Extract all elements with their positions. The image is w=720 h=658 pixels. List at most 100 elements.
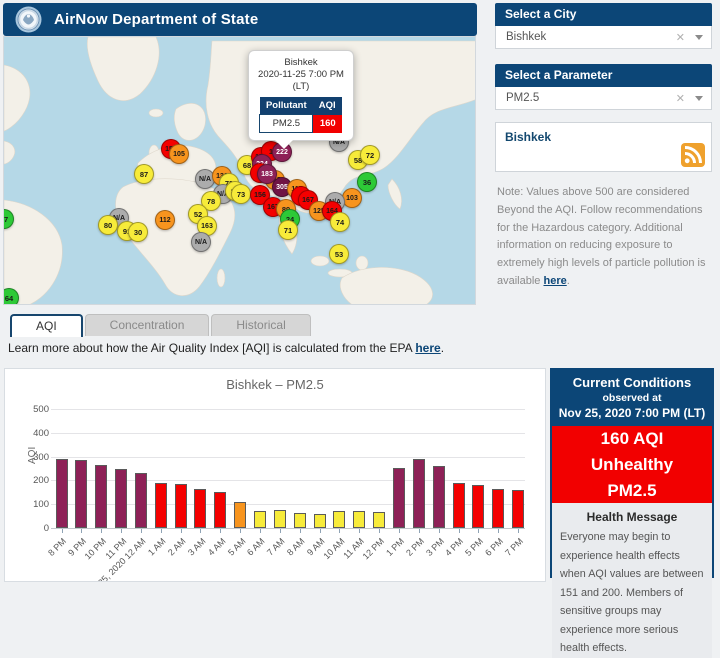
map-marker-64[interactable]: 64 bbox=[3, 288, 19, 305]
app-header: AirNow Department of State bbox=[3, 3, 477, 36]
tab-historical[interactable]: Historical bbox=[211, 314, 310, 336]
world-aqi-map[interactable]: 476415610587N/A809130112N/A13073N/A88737… bbox=[3, 36, 476, 305]
chart-bar-10-pm[interactable] bbox=[95, 465, 107, 528]
map-marker-103[interactable]: 103 bbox=[342, 188, 362, 208]
health-message-title: Health Message bbox=[552, 510, 712, 524]
map-marker-105[interactable]: 105 bbox=[169, 144, 189, 164]
rss-feed-icon[interactable] bbox=[681, 143, 705, 167]
x-axis-label: 8 AM bbox=[285, 536, 307, 558]
x-axis-label: 2 PM bbox=[404, 536, 426, 558]
chart-bar-8-pm[interactable] bbox=[56, 459, 68, 528]
chart-bar-10-am[interactable] bbox=[333, 511, 345, 528]
city-select-header: Select a City bbox=[495, 3, 712, 26]
chart-bar-8-am[interactable] bbox=[294, 513, 306, 528]
x-axis-tick bbox=[141, 529, 142, 533]
x-axis-tick bbox=[320, 529, 321, 533]
x-axis-tick bbox=[518, 529, 519, 533]
popup-col-pollutant: Pollutant bbox=[260, 97, 313, 115]
aqi-value: 160 AQI bbox=[552, 426, 712, 451]
chart-bar-9-pm[interactable] bbox=[75, 460, 87, 528]
map-marker-80[interactable]: 80 bbox=[98, 215, 118, 235]
popup-pollutant-value: PM2.5 bbox=[260, 115, 313, 133]
chart-bar-9-am[interactable] bbox=[314, 514, 326, 528]
map-marker-112[interactable]: 112 bbox=[155, 210, 175, 230]
chart-bar-2-pm[interactable] bbox=[413, 459, 425, 528]
chart-bar-11-pm[interactable] bbox=[115, 469, 127, 528]
map-marker-30[interactable]: 30 bbox=[128, 222, 148, 242]
chart-bar-3-pm[interactable] bbox=[433, 466, 445, 528]
x-axis-label: 7 PM bbox=[503, 536, 525, 558]
chart-bar-nov-25-2020-12-am[interactable] bbox=[135, 473, 147, 528]
chart-bar-7-am[interactable] bbox=[274, 510, 286, 528]
x-axis-label: 10 PM bbox=[83, 536, 108, 561]
health-message-block: Health Message Everyone may begin to exp… bbox=[552, 503, 712, 658]
city-select-input[interactable]: Bishkek ✕ bbox=[495, 26, 712, 49]
chart-bar-6-am[interactable] bbox=[254, 511, 266, 528]
chevron-down-icon[interactable] bbox=[695, 96, 703, 101]
observed-at-label: observed at bbox=[554, 392, 710, 404]
learn-more-here-link[interactable]: here bbox=[415, 341, 440, 355]
x-axis-label: 6 AM bbox=[245, 536, 267, 558]
x-axis-line bbox=[51, 528, 525, 529]
x-axis-label: 3 PM bbox=[424, 536, 446, 558]
chart-bar-12-pm[interactable] bbox=[373, 512, 385, 528]
tab-concentration[interactable]: Concentration bbox=[85, 314, 210, 336]
popup-timezone: (LT) bbox=[253, 81, 349, 93]
x-axis-label: 4 AM bbox=[206, 536, 228, 558]
x-axis-tick bbox=[101, 529, 102, 533]
clear-city-icon[interactable]: ✕ bbox=[676, 31, 685, 44]
learn-more-period: . bbox=[441, 341, 444, 355]
x-axis-tick bbox=[181, 529, 182, 533]
x-axis-label: 1 AM bbox=[146, 536, 168, 558]
chevron-down-icon[interactable] bbox=[695, 35, 703, 40]
clear-parameter-icon[interactable]: ✕ bbox=[676, 92, 685, 105]
map-marker-73[interactable]: 73 bbox=[231, 184, 251, 204]
x-axis-label: 5 PM bbox=[463, 536, 485, 558]
learn-more-text: Learn more about how the Air Quality Ind… bbox=[8, 341, 444, 355]
x-axis-tick bbox=[81, 529, 82, 533]
chart-bar-3-am[interactable] bbox=[194, 489, 206, 528]
note-text: Note: Values above 500 are considered Be… bbox=[497, 186, 706, 287]
city-feed-box: Bishkek bbox=[495, 122, 712, 172]
chart-bar-5-pm[interactable] bbox=[472, 485, 484, 528]
x-axis-label: 8 PM bbox=[47, 536, 69, 558]
x-axis-tick bbox=[498, 529, 499, 533]
map-marker-87[interactable]: 87 bbox=[134, 164, 154, 184]
chart-bar-6-pm[interactable] bbox=[492, 489, 504, 528]
chart-bar-1-am[interactable] bbox=[155, 483, 167, 528]
x-axis-tick bbox=[339, 529, 340, 533]
current-conditions-panel: Current Conditions observed at Nov 25, 2… bbox=[550, 368, 714, 578]
y-axis-tick-label: 100 bbox=[21, 499, 49, 510]
parameter-select-input[interactable]: PM2.5 ✕ bbox=[495, 87, 712, 110]
chart-bar-4-pm[interactable] bbox=[453, 483, 465, 528]
city-select-value: Bishkek bbox=[506, 31, 676, 43]
chart-gridline bbox=[51, 409, 525, 410]
current-conditions-header: Current Conditions observed at Nov 25, 2… bbox=[552, 370, 712, 426]
map-marker-72[interactable]: 72 bbox=[360, 145, 380, 165]
chart-bar-1-pm[interactable] bbox=[393, 468, 405, 528]
map-marker-53[interactable]: 53 bbox=[329, 244, 349, 264]
x-axis-tick bbox=[478, 529, 479, 533]
x-axis-tick bbox=[439, 529, 440, 533]
map-marker-na[interactable]: N/A bbox=[191, 232, 211, 252]
chart-gridline bbox=[51, 433, 525, 434]
map-marker-36[interactable]: 36 bbox=[357, 172, 377, 192]
parameter-select-widget: Select a Parameter PM2.5 ✕ bbox=[495, 64, 712, 110]
chart-bar-2-am[interactable] bbox=[175, 484, 187, 528]
tab-aqi[interactable]: AQI bbox=[10, 314, 83, 337]
chart-bar-4-am[interactable] bbox=[214, 492, 226, 528]
map-marker-71[interactable]: 71 bbox=[278, 220, 298, 240]
chart-bar-11-am[interactable] bbox=[353, 511, 365, 528]
aqi-chart-card: Bishkek – PM2.5 AQI 01002003004005008 PM… bbox=[4, 368, 546, 582]
chart-bar-5-am[interactable] bbox=[234, 502, 246, 528]
map-marker-74[interactable]: 74 bbox=[330, 212, 350, 232]
x-axis-tick bbox=[121, 529, 122, 533]
current-conditions-title: Current Conditions bbox=[554, 375, 710, 390]
parameter-select-value: PM2.5 bbox=[506, 92, 676, 104]
note-here-link[interactable]: here bbox=[543, 275, 566, 287]
x-axis-tick bbox=[280, 529, 281, 533]
x-axis-label: 10 AM bbox=[321, 536, 346, 561]
x-axis-label: 12 PM bbox=[361, 536, 386, 561]
chart-bar-7-pm[interactable] bbox=[512, 490, 524, 528]
beyond-aqi-note: Note: Values above 500 are considered Be… bbox=[497, 184, 713, 291]
